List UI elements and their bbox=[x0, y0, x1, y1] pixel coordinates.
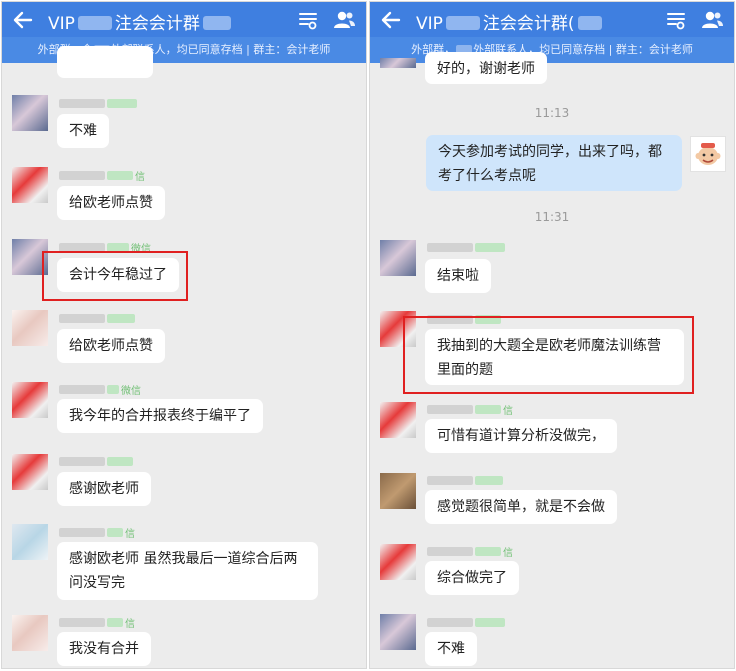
sender-name-redacted: 微信 bbox=[59, 243, 159, 255]
back-arrow-icon bbox=[381, 11, 401, 29]
sender-tag: 信 bbox=[503, 406, 513, 417]
message-bubble: 不难 bbox=[425, 632, 477, 666]
avatar[interactable] bbox=[12, 167, 48, 203]
members-button[interactable] bbox=[330, 6, 358, 34]
redacted-title-part bbox=[77, 16, 112, 30]
message-bubble: 好的，谢谢老师 bbox=[425, 52, 547, 84]
sender-name-redacted bbox=[427, 476, 517, 486]
title-bar: VIP 注会会计群 bbox=[2, 2, 366, 37]
members-icon bbox=[334, 11, 355, 28]
message-text: 感谢欧老师 bbox=[69, 481, 139, 497]
message-bubble: 我没有合并 bbox=[57, 632, 151, 666]
sender-name-redacted: 微信 bbox=[59, 385, 159, 397]
message-bubble: 综合做完了 bbox=[425, 561, 519, 595]
back-button[interactable] bbox=[376, 5, 406, 35]
title-prefix: VIP bbox=[48, 14, 75, 34]
avatar[interactable] bbox=[380, 58, 416, 68]
title-prefix: VIP bbox=[416, 14, 443, 34]
members-icon bbox=[702, 11, 723, 28]
avatar[interactable] bbox=[380, 402, 416, 438]
sender-name-redacted: 信 bbox=[427, 547, 517, 559]
message-bubble: 会计今年稳过了 bbox=[57, 258, 179, 292]
redacted-title-part bbox=[577, 16, 602, 30]
chat-panel-left: VIP注会会计群 外部群，含外部联系人，均已同意存档 | 群主：会计老师 不难 bbox=[1, 1, 367, 669]
timestamp: 11:31 bbox=[534, 210, 570, 224]
sender-name-redacted bbox=[427, 315, 517, 325]
sender-tag: 信 bbox=[135, 172, 145, 183]
title-suffix: 注会会计群( bbox=[482, 14, 575, 34]
avatar[interactable] bbox=[380, 311, 416, 347]
title-bar: VIP 注会会计群( bbox=[370, 2, 734, 37]
avatar[interactable] bbox=[12, 454, 48, 490]
message-bubble: 可惜有道计算分析没做完， bbox=[425, 419, 617, 453]
redacted-title-part bbox=[445, 16, 480, 30]
sender-name-redacted: 信 bbox=[59, 618, 149, 630]
avatar[interactable] bbox=[12, 95, 48, 131]
message-bubble: 不难 bbox=[57, 114, 109, 148]
group-settings-button[interactable] bbox=[662, 6, 690, 34]
message-bubble: 感觉题很简单，就是不会做 bbox=[425, 490, 617, 524]
sender-name-redacted bbox=[427, 243, 517, 253]
message-text: 结束啦 bbox=[437, 268, 479, 284]
group-settings-icon bbox=[299, 13, 317, 30]
avatar[interactable] bbox=[12, 310, 48, 346]
message-bubble: 我今年的合并报表终于编平了 bbox=[57, 399, 263, 433]
group-settings-icon bbox=[667, 13, 685, 30]
sender-tag: 信 bbox=[125, 619, 135, 630]
avatar[interactable] bbox=[12, 615, 48, 651]
sender-tag: 信 bbox=[503, 548, 513, 559]
message-text: 会计今年稳过了 bbox=[69, 267, 167, 283]
avatar[interactable] bbox=[380, 473, 416, 509]
message-bubble: 感谢欧老师 bbox=[57, 472, 151, 506]
message-bubble: 我抽到的大题全是欧老师魔法训练营里面的题 bbox=[425, 329, 684, 385]
sender-tag: 微信 bbox=[121, 386, 141, 397]
message-text: 可惜有道计算分析没做完， bbox=[437, 428, 605, 444]
sender-name-redacted bbox=[59, 457, 149, 467]
back-arrow-icon bbox=[13, 11, 33, 29]
sender-tag: 信 bbox=[125, 529, 135, 540]
message-text: 不难 bbox=[437, 641, 465, 657]
back-button[interactable] bbox=[8, 5, 38, 35]
message-text: 我抽到的大题全是欧老师魔法训练营里面的题 bbox=[437, 338, 661, 378]
message-text: 感觉题很简单，就是不会做 bbox=[437, 499, 605, 515]
message-text: 综合做完了 bbox=[437, 570, 507, 586]
message-bubble-self: 今天参加考试的同学，出来了吗，都考了什么考点呢 bbox=[426, 135, 682, 191]
message-text: 不难 bbox=[69, 123, 97, 139]
chat-title: VIP 注会会计群 bbox=[48, 9, 234, 34]
sender-name-redacted: 信 bbox=[59, 528, 149, 540]
avatar-self[interactable] bbox=[690, 136, 726, 172]
avatar[interactable] bbox=[380, 544, 416, 580]
avatar[interactable] bbox=[380, 240, 416, 276]
avatar[interactable] bbox=[12, 239, 48, 275]
sender-name-redacted bbox=[59, 314, 149, 324]
timestamp: 11:13 bbox=[534, 106, 570, 120]
members-button[interactable] bbox=[698, 6, 726, 34]
chat-title: VIP 注会会计群( bbox=[416, 9, 605, 34]
message-text: 给欧老师点赞 bbox=[69, 195, 153, 211]
sender-name-redacted: 信 bbox=[427, 405, 517, 417]
sender-name-redacted bbox=[59, 99, 149, 109]
sender-name-redacted: 信 bbox=[59, 171, 149, 183]
cartoon-avatar-icon bbox=[695, 143, 721, 165]
redacted-title-part bbox=[202, 16, 231, 30]
title-suffix: 注会会计群 bbox=[114, 14, 200, 34]
message-bubble: 给欧老师点赞 bbox=[57, 186, 165, 220]
message-text: 好的，谢谢老师 bbox=[437, 61, 535, 77]
sender-tag: 微信 bbox=[131, 244, 151, 255]
sender-name-redacted bbox=[427, 618, 517, 628]
avatar[interactable] bbox=[12, 382, 48, 418]
message-bubble: 给欧老师点赞 bbox=[57, 329, 165, 363]
message-bubble bbox=[57, 46, 153, 78]
avatar[interactable] bbox=[380, 614, 416, 650]
message-bubble: 感谢欧老师 虽然我最后一道综合后两问没写完 bbox=[57, 542, 318, 600]
group-settings-button[interactable] bbox=[294, 6, 322, 34]
message-text: 我没有合并 bbox=[69, 641, 139, 657]
message-text: 给欧老师点赞 bbox=[69, 338, 153, 354]
message-text: 我今年的合并报表终于编平了 bbox=[69, 408, 251, 424]
chat-panel-right: VIP 注会会计群( 外部群， 外部联系人，均已同意存档 | 群主：会计老师 好的，… bbox=[369, 1, 735, 669]
message-text: 感谢欧老师 虽然我最后一道综合后两问没写完 bbox=[69, 551, 298, 591]
message-bubble: 结束啦 bbox=[425, 259, 491, 293]
message-text: 今天参加考试的同学，出来了吗，都考了什么考点呢 bbox=[438, 144, 662, 184]
avatar[interactable] bbox=[12, 524, 48, 560]
